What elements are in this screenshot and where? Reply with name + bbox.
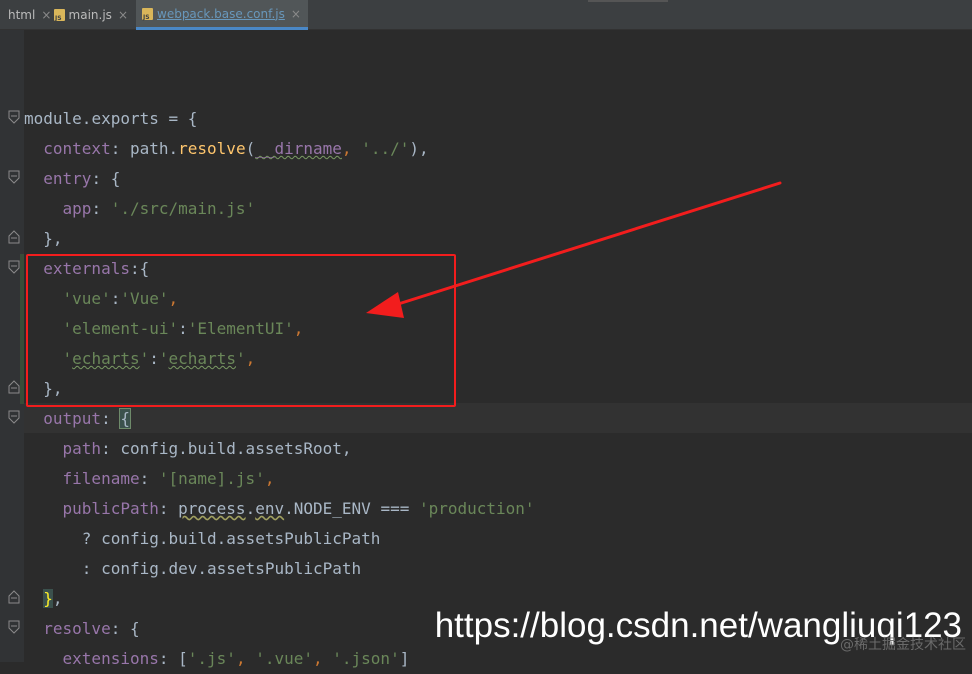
watermark-faint: @稀土掘金技术社区: [840, 637, 966, 653]
annotation-arrow-icon: [366, 181, 782, 318]
